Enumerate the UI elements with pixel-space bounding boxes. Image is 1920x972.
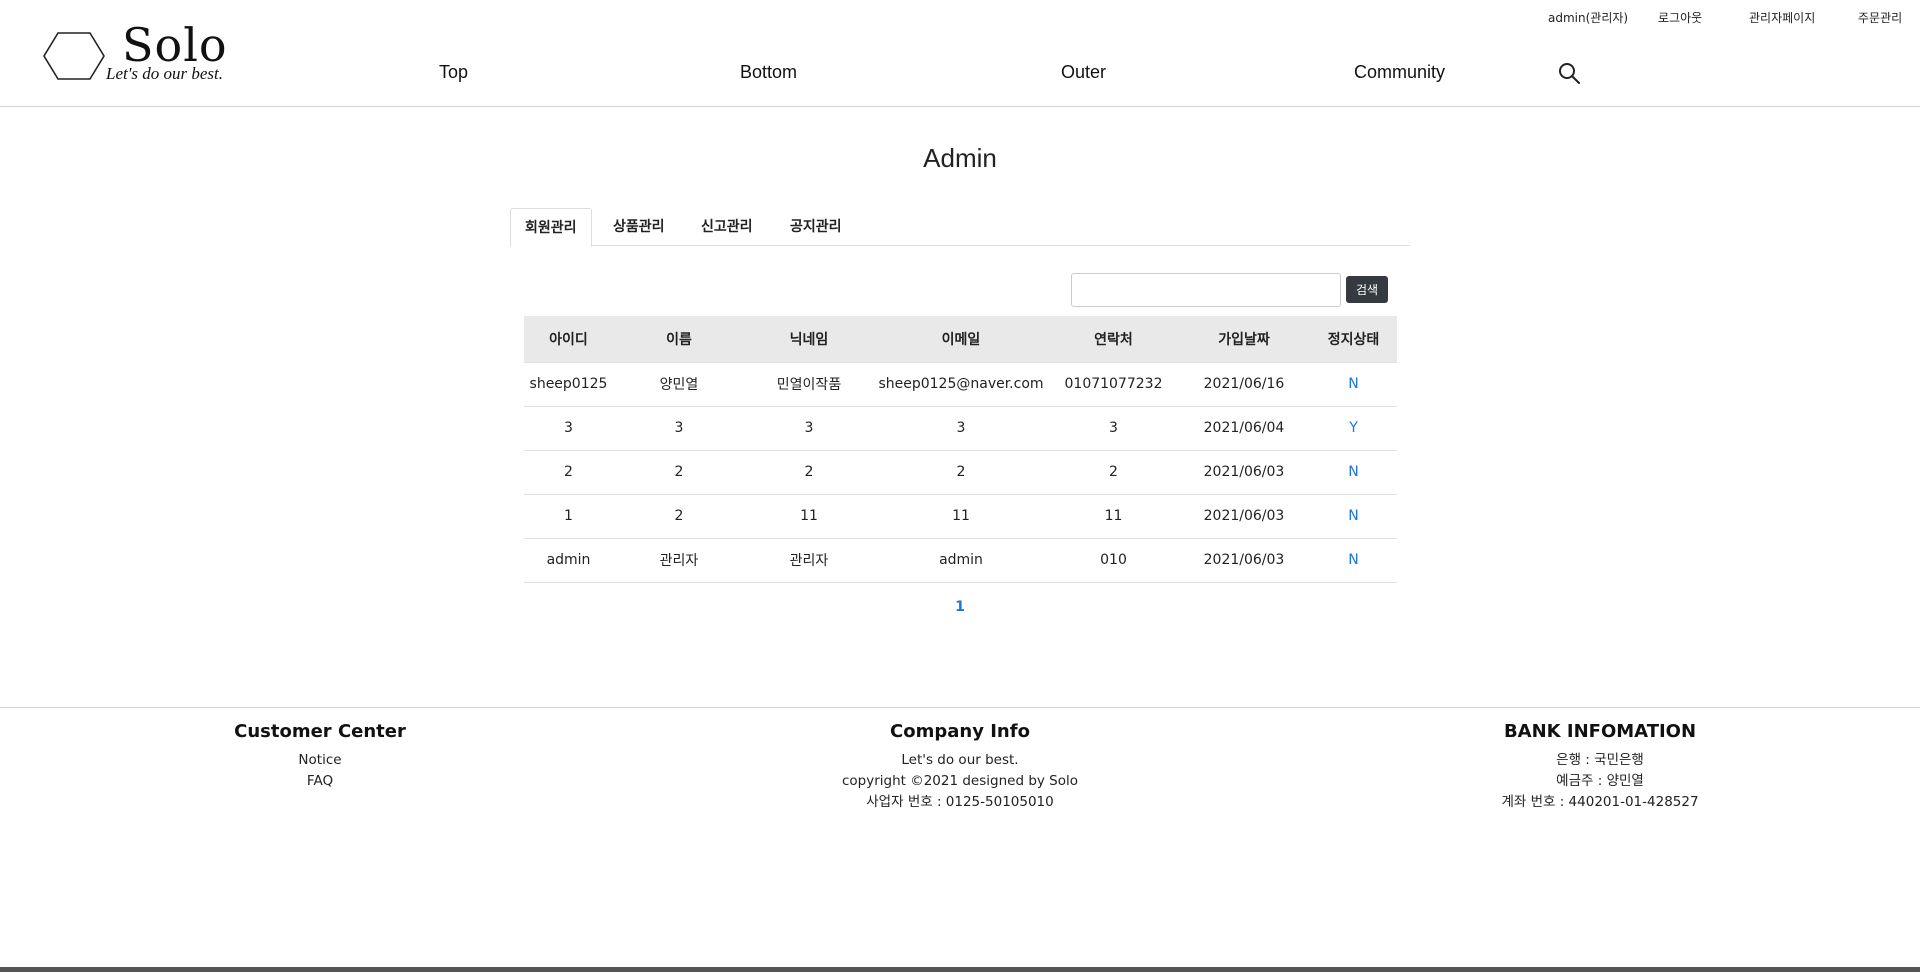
cell-phone: 010 [1049, 538, 1178, 583]
table-row: 2 2 2 2 2 2021/06/03 N [524, 450, 1397, 495]
footer-company-info: Company Info Let's do our best. copyrigh… [760, 721, 1160, 813]
cell-id: 1 [524, 494, 613, 539]
cell-nickname: 2 [745, 450, 873, 495]
cell-nickname: 관리자 [745, 538, 873, 583]
footer-customer-center: Customer Center Notice FAQ [120, 721, 520, 792]
search-button[interactable]: 검색 [1346, 276, 1388, 303]
tab-product-management[interactable]: 상품관리 [599, 208, 679, 246]
site-footer: Customer Center Notice FAQ Company Info … [0, 707, 1920, 967]
cell-join-date: 2021/06/03 [1178, 538, 1310, 583]
footer-copyright: copyright ©2021 designed by Solo [841, 773, 1079, 789]
cell-nickname: 3 [745, 406, 873, 451]
admin-user-link[interactable]: admin(관리자) [1548, 9, 1628, 26]
order-management-link[interactable]: 주문관리 [1858, 9, 1902, 26]
cell-suspension-status-link[interactable]: N [1310, 494, 1397, 539]
logout-link[interactable]: 로그아웃 [1658, 9, 1702, 26]
column-header-id: 아이디 [524, 316, 613, 363]
table-row: admin 관리자 관리자 admin 010 2021/06/03 N [524, 538, 1397, 583]
cell-join-date: 2021/06/16 [1178, 362, 1310, 407]
footer-account-number: 계좌 번호 : 440201-01-428527 [1501, 794, 1699, 810]
search-icon[interactable] [1557, 61, 1581, 85]
search-input[interactable] [1071, 273, 1341, 307]
page-title: Admin [923, 143, 997, 173]
cell-join-date: 2021/06/04 [1178, 406, 1310, 451]
cell-join-date: 2021/06/03 [1178, 494, 1310, 539]
table-row: sheep0125 양민열 민열이작품 sheep0125@naver.com … [524, 362, 1397, 407]
column-header-suspension-status: 정지상태 [1310, 316, 1397, 363]
column-header-phone: 연락처 [1049, 316, 1178, 363]
cell-id: 3 [524, 406, 613, 451]
cell-nickname: 민열이작품 [745, 362, 873, 407]
footer-account-holder: 예금주 : 양민열 [1556, 773, 1644, 789]
column-header-nickname: 닉네임 [745, 316, 873, 363]
page-link-current[interactable]: 1 [955, 599, 965, 615]
nav-outer[interactable]: Outer [1061, 62, 1106, 83]
cell-email: 2 [873, 450, 1049, 495]
tab-member-management[interactable]: 회원관리 [510, 208, 592, 247]
column-header-name: 이름 [613, 316, 745, 363]
cell-phone: 2 [1049, 450, 1178, 495]
cell-name: 관리자 [613, 538, 745, 583]
nav-top[interactable]: Top [439, 62, 468, 83]
cell-name: 3 [613, 406, 745, 451]
site-logo[interactable]: Solo Let's do our best. [42, 18, 282, 88]
cell-phone: 11 [1049, 494, 1178, 539]
cell-id: sheep0125 [524, 362, 613, 407]
cell-email: 3 [873, 406, 1049, 451]
cell-id: 2 [524, 450, 613, 495]
cell-suspension-status-link[interactable]: N [1310, 450, 1397, 495]
footer-notice-link[interactable]: Notice [120, 750, 520, 771]
cell-phone: 01071077232 [1049, 362, 1178, 407]
tab-notice-management[interactable]: 공지관리 [776, 208, 856, 246]
cell-nickname: 11 [745, 494, 873, 539]
cell-suspension-status-link[interactable]: N [1310, 538, 1397, 583]
footer-bank-title: BANK INFOMATION [1503, 721, 1697, 742]
footer-customer-title: Customer Center [234, 721, 406, 742]
cell-name: 양민열 [613, 362, 745, 407]
member-table: 아이디 이름 닉네임 이메일 연락처 가입날짜 정지상태 sheep0125 양… [524, 316, 1397, 583]
tab-report-management[interactable]: 신고관리 [687, 208, 767, 246]
table-row: 1 2 11 11 11 2021/06/03 N [524, 494, 1397, 539]
table-header-row: 아이디 이름 닉네임 이메일 연락처 가입날짜 정지상태 [524, 316, 1397, 363]
footer-bank-name: 은행 : 국민은행 [1556, 752, 1644, 768]
footer-faq-link[interactable]: FAQ [120, 771, 520, 792]
table-row: 3 3 3 3 3 2021/06/04 Y [524, 406, 1397, 451]
footer-bank-info: BANK INFOMATION 은행 : 국민은행 예금주 : 양민열 계좌 번… [1400, 721, 1800, 813]
admin-tabs: 회원관리 상품관리 신고관리 공지관리 [510, 208, 1410, 247]
admin-page-link[interactable]: 관리자페이지 [1749, 9, 1815, 26]
footer-company-slogan: Let's do our best. [901, 752, 1019, 768]
cell-email: sheep0125@naver.com [873, 362, 1049, 407]
logo-slogan: Let's do our best. [106, 64, 223, 83]
cell-phone: 3 [1049, 406, 1178, 451]
bottom-edge-bar [0, 967, 1920, 972]
cell-id: admin [524, 538, 613, 583]
cell-join-date: 2021/06/03 [1178, 450, 1310, 495]
footer-company-title: Company Info [890, 721, 1030, 742]
pagination: 1 [0, 596, 1920, 615]
cell-suspension-status-link[interactable]: Y [1310, 406, 1397, 451]
cell-name: 2 [613, 450, 745, 495]
cell-suspension-status-link[interactable]: N [1310, 362, 1397, 407]
hexagon-logo-icon [43, 32, 105, 80]
column-header-email: 이메일 [873, 316, 1049, 363]
site-header: Solo Let's do our best. admin(관리자) 로그아웃 … [0, 0, 1920, 107]
cell-email: admin [873, 538, 1049, 583]
cell-name: 2 [613, 494, 745, 539]
cell-email: 11 [873, 494, 1049, 539]
column-header-join-date: 가입날짜 [1178, 316, 1310, 363]
footer-business-number: 사업자 번호 : 0125-50105010 [866, 794, 1054, 810]
nav-community[interactable]: Community [1354, 62, 1445, 83]
nav-bottom[interactable]: Bottom [740, 62, 797, 83]
